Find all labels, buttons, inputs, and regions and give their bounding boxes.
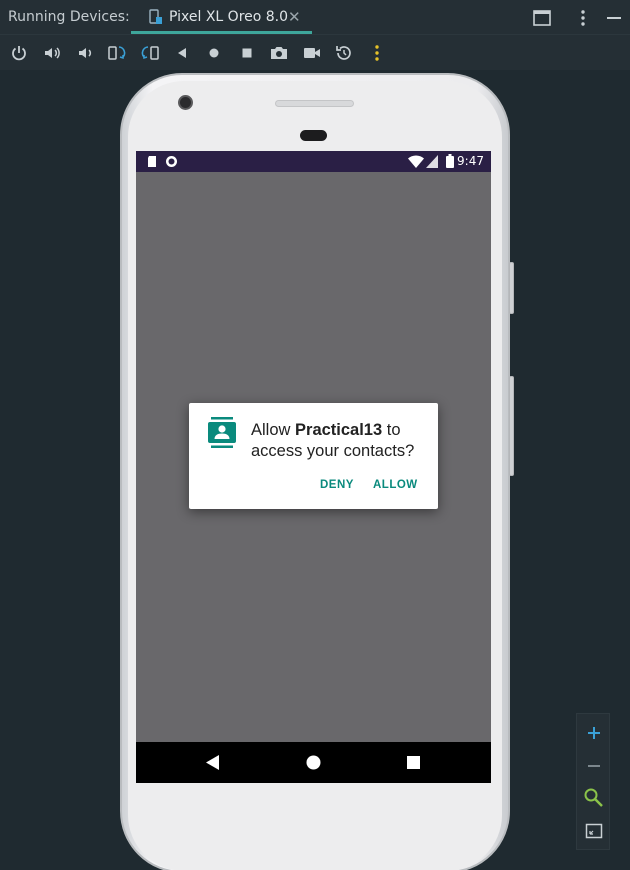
device-power-button[interactable] xyxy=(509,262,514,314)
overview-icon[interactable] xyxy=(237,43,257,63)
battery-icon xyxy=(446,154,454,168)
device-volume-button[interactable] xyxy=(509,376,514,476)
screenshot-icon[interactable] xyxy=(269,43,289,63)
device-icon xyxy=(149,9,162,24)
navigation-bar xyxy=(136,742,491,783)
emulator-toolbar xyxy=(0,34,630,70)
permission-dialog: Allow Practical13 to access your contact… xyxy=(189,403,438,509)
nav-recents-icon[interactable] xyxy=(407,756,420,769)
zoom-actual-button[interactable] xyxy=(577,782,611,814)
close-icon[interactable]: ✕ xyxy=(288,8,301,26)
zoom-actual-icon xyxy=(584,788,603,807)
zoom-out-icon xyxy=(588,765,600,767)
more-options-icon[interactable] xyxy=(367,43,387,63)
zoom-in-icon xyxy=(588,727,600,739)
proximity-sensor xyxy=(300,130,327,141)
tab-pixel-xl-oreo[interactable]: Pixel XL Oreo 8.0 ✕ xyxy=(131,0,312,34)
app-name: Practical13 xyxy=(295,421,383,439)
fit-screen-icon xyxy=(585,823,603,839)
power-icon[interactable] xyxy=(9,43,29,63)
message-prefix: Allow xyxy=(251,421,296,439)
rotate-left-icon[interactable] xyxy=(107,43,127,63)
running-devices-tabbar: Running Devices: Pixel XL Oreo 8.0 ✕ xyxy=(0,0,630,34)
deny-button[interactable]: DENY xyxy=(320,479,354,491)
nav-back-icon[interactable] xyxy=(206,755,220,770)
home-icon[interactable] xyxy=(204,43,224,63)
window-layout-icon[interactable] xyxy=(532,8,552,28)
status-time: 9:47 xyxy=(457,154,484,168)
screen-record-icon[interactable] xyxy=(302,43,322,63)
zoom-in-button[interactable] xyxy=(577,717,611,749)
running-devices-label: Running Devices: xyxy=(8,9,130,25)
contacts-icon xyxy=(208,417,236,448)
front-camera xyxy=(178,95,193,110)
rotate-right-icon[interactable] xyxy=(140,43,160,63)
allow-button[interactable]: ALLOW xyxy=(373,479,418,491)
zoom-controls-panel xyxy=(576,713,610,850)
minimize-icon[interactable] xyxy=(604,8,624,28)
sd-card-icon xyxy=(148,156,156,167)
earpiece-speaker xyxy=(275,100,354,107)
signal-icon xyxy=(426,155,438,168)
back-icon[interactable] xyxy=(172,43,192,63)
volume-up-icon[interactable] xyxy=(42,43,62,63)
permission-message: Allow Practical13 to access your contact… xyxy=(251,420,436,462)
volume-down-icon[interactable] xyxy=(75,43,95,63)
fit-screen-button[interactable] xyxy=(577,815,611,847)
zoom-out-button[interactable] xyxy=(577,750,611,782)
more-vertical-icon[interactable] xyxy=(573,8,593,28)
sync-circle-icon xyxy=(166,156,177,167)
device-screen[interactable]: 9:47 Allow Practical13 to access your co… xyxy=(136,151,491,783)
status-bar: 9:47 xyxy=(136,151,491,172)
tab-label: Pixel XL Oreo 8.0 xyxy=(169,9,289,25)
wifi-icon xyxy=(408,155,424,168)
nav-home-icon[interactable] xyxy=(306,755,321,770)
snapshot-icon[interactable] xyxy=(334,43,354,63)
